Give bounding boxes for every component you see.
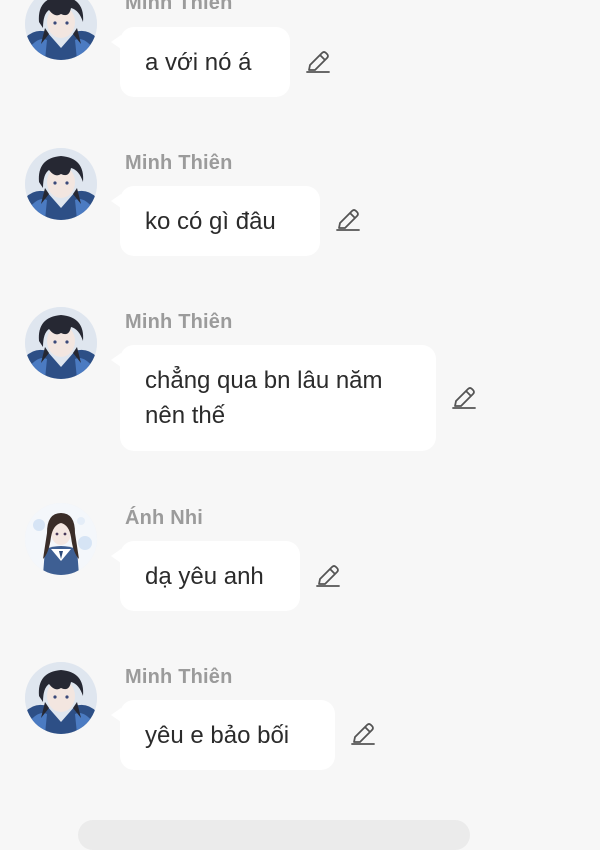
girl-avatar-image: [25, 503, 97, 575]
avatar[interactable]: [25, 0, 97, 60]
message-bubble[interactable]: chẳng qua bn lâu năm nên thế: [111, 345, 436, 451]
message-input-bar[interactable]: [78, 820, 470, 850]
sender-name: Minh Thiên: [125, 0, 233, 14]
message-bubble[interactable]: yêu e bảo bối: [111, 700, 335, 770]
message-bubble[interactable]: dạ yêu anh: [111, 541, 300, 611]
edit-icon[interactable]: [451, 385, 477, 411]
boy-avatar-image: [25, 0, 97, 60]
edit-icon[interactable]: [350, 721, 376, 747]
boy-avatar-image: [25, 662, 97, 734]
message-bubble[interactable]: ko có gì đâu: [111, 186, 320, 256]
sender-name: Minh Thiên: [125, 152, 233, 174]
sender-name: Minh Thiên: [125, 666, 233, 688]
chat-message-list[interactable]: Minh Thiên a với nó á Minh Thiên ko có g…: [0, 0, 600, 832]
edit-icon[interactable]: [335, 207, 361, 233]
sender-name: Minh Thiên: [125, 311, 233, 333]
edit-icon[interactable]: [305, 49, 331, 75]
boy-avatar-image: [25, 307, 97, 379]
boy-avatar-image: [25, 148, 97, 220]
edit-icon[interactable]: [315, 563, 341, 589]
message-bubble[interactable]: a với nó á: [111, 27, 290, 97]
avatar[interactable]: [25, 503, 97, 575]
avatar[interactable]: [25, 307, 97, 379]
avatar[interactable]: [25, 662, 97, 734]
sender-name: Ánh Nhi: [125, 507, 204, 529]
avatar[interactable]: [25, 148, 97, 220]
